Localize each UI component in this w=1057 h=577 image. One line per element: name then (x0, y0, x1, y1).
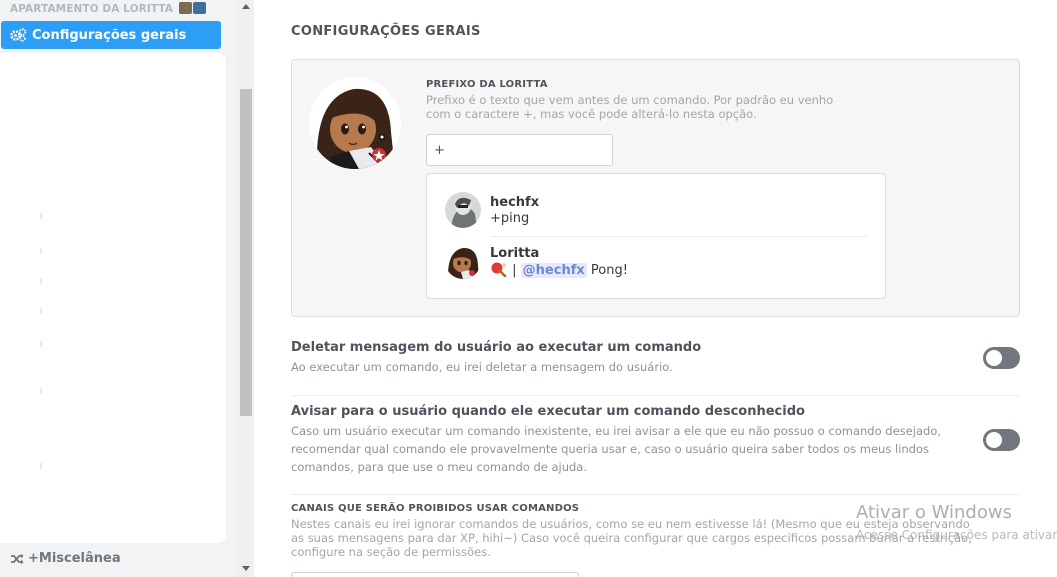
sidebar-item-general-settings[interactable]: Configurações gerais (1, 21, 221, 49)
bot-reply-text: Pong! (590, 263, 628, 278)
delete-message-toggle[interactable] (983, 347, 1020, 369)
faint-mark (40, 388, 42, 394)
unknown-command-option-title: Avisar para o usuário quando ele executa… (291, 404, 805, 419)
server-name-label: APARTAMENTO DA LORITTA (10, 3, 174, 15)
ping-pong-icon (491, 262, 507, 277)
shuffle-icon (11, 553, 24, 564)
scroll-down-arrow-icon[interactable] (242, 566, 250, 571)
option-divider (291, 494, 1020, 495)
faint-mark (40, 463, 42, 469)
user-message: +ping (490, 211, 530, 226)
prefix-label: PREFIXO DA LORITTA (426, 79, 548, 90)
sidebar-scrollbar[interactable] (238, 0, 254, 577)
blocked-channels-select[interactable] (291, 572, 579, 577)
bot-message: | @hechfx Pong! (490, 262, 628, 278)
page-title: CONFIGURAÇÕES GERAIS (291, 24, 481, 39)
unknown-command-option-description: Caso um usuário executar um comando inex… (291, 424, 941, 474)
gears-icon (10, 28, 27, 42)
main-content: CONFIGURAÇÕES GERAIS PREFIXO DA LORITTA … (254, 0, 1057, 577)
faint-mark (40, 278, 42, 284)
delete-message-option-title: Deletar mensagem do usuário ao executar … (291, 340, 702, 355)
sidebar-item-label: Configurações gerais (32, 27, 187, 43)
faint-mark (40, 213, 42, 219)
faint-mark (40, 308, 42, 314)
prefix-description: Prefixo é o texto que vem antes de um co… (426, 93, 834, 121)
blocked-channels-label: CANAIS QUE SERÃO PROIBIDOS USAR COMANDOS (291, 503, 580, 514)
sidebar-item-misc[interactable]: +Miscelânea (10, 551, 121, 566)
user-name: hechfx (490, 195, 540, 210)
sidebar-item-misc-label: +Miscelânea (28, 551, 121, 566)
house-emoji-icon (178, 2, 192, 14)
scroll-up-arrow-icon[interactable] (242, 4, 250, 9)
sidebar-menu-card (0, 53, 226, 543)
bot-name: Loritta (490, 246, 540, 261)
unknown-command-toggle[interactable] (983, 429, 1020, 451)
windows-activation-title: Ativar o Windows (856, 502, 1012, 523)
message-separator (490, 236, 868, 237)
user-avatar (445, 192, 481, 228)
house-blue-emoji-icon (192, 2, 206, 14)
command-preview: hechfx +ping Loritta | @hechfx Pong! (426, 173, 886, 299)
toggle-knob (986, 432, 1002, 448)
user-mention[interactable]: @hechfx (520, 263, 587, 278)
server-name: APARTAMENTO DA LORITTA (10, 2, 206, 15)
sidebar-panel: APARTAMENTO DA LORITTA Configurações ger… (0, 0, 238, 577)
prefix-settings-box: PREFIXO DA LORITTA Prefixo é o texto que… (291, 59, 1020, 317)
prefix-input[interactable] (426, 134, 613, 166)
loritta-avatar (309, 77, 401, 169)
windows-activation-subtitle: Acesse Configurações para ativar o Windo… (856, 528, 1057, 542)
scrollbar-thumb[interactable] (240, 89, 252, 416)
sidebar: APARTAMENTO DA LORITTA Configurações ger… (0, 0, 254, 577)
bot-message-separator: | (512, 263, 517, 278)
option-divider (291, 395, 1020, 396)
toggle-knob (986, 350, 1002, 366)
bot-avatar (445, 243, 481, 279)
faint-mark (40, 248, 42, 254)
delete-message-option-description: Ao executar um comando, eu irei deletar … (291, 360, 673, 374)
faint-mark (40, 341, 42, 347)
